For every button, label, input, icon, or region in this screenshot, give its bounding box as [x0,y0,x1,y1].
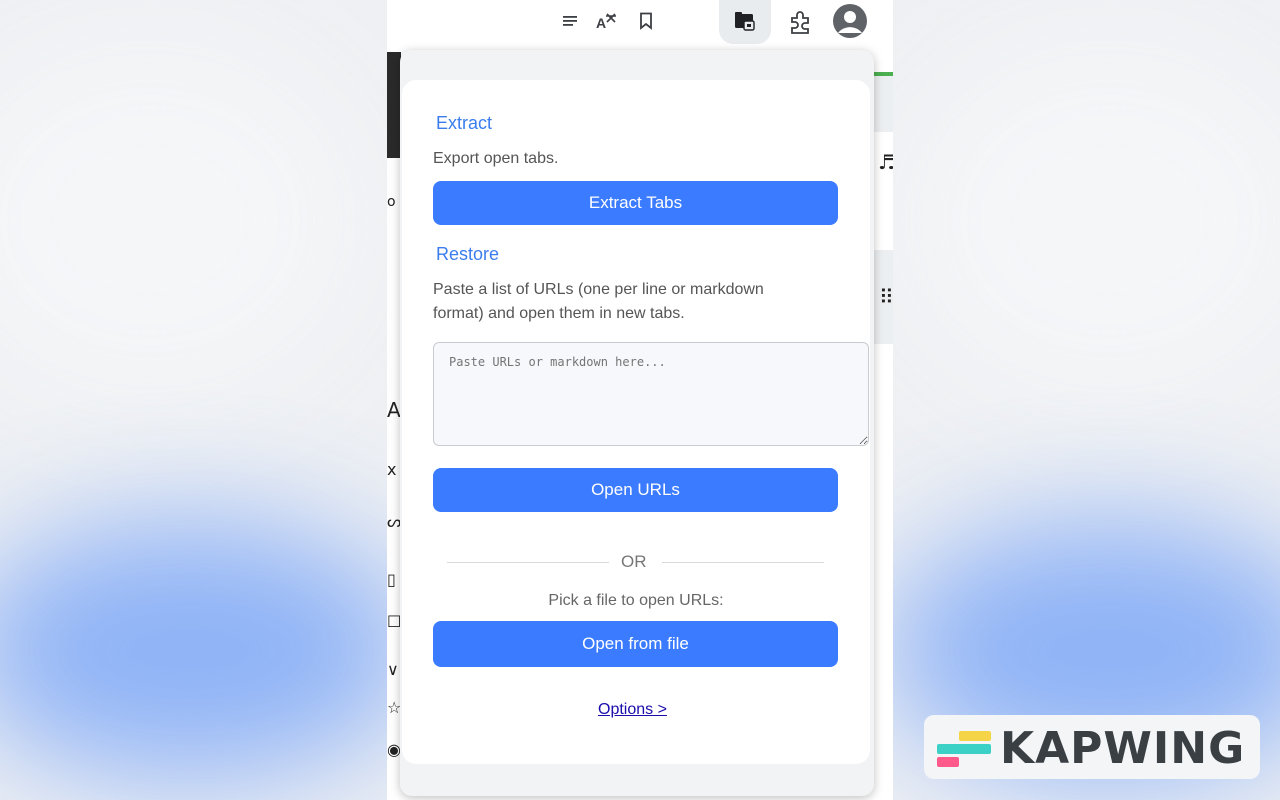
background-blur-shape [900,40,1280,400]
restore-section-title: Restore [436,244,500,264]
page-panel [873,76,893,132]
page-dark-block [387,52,401,158]
page-edge-glyph: ∨ [387,660,399,679]
profile-avatar-icon[interactable] [831,2,869,40]
divider-line-left [447,562,609,563]
page-edge-glyph: A [387,398,401,422]
extract-section-title: Extract [436,113,493,133]
divider-line-right [662,562,824,563]
page-edge-glyph: ▯ [387,570,396,589]
kapwing-logo-icon [937,731,991,767]
tab-extractor-extension-icon [735,12,755,31]
background-blue-glow [0,520,420,780]
urls-input[interactable] [433,342,869,446]
extract-description: Export open tabs. [433,150,559,167]
address-bar[interactable] [387,0,667,42]
or-divider-label: OR [621,552,647,571]
open-urls-button[interactable]: Open URLs [433,468,838,512]
page-edge-glyph: x [387,460,397,479]
open-from-file-button[interactable]: Open from file [433,621,838,667]
page-edge-glyph: ♬ [878,150,893,174]
extract-tabs-button[interactable]: Extract Tabs [433,181,838,225]
extensions-puzzle-icon[interactable] [787,8,815,36]
page-edge-dots-icon: ⠿ [879,285,893,309]
svg-text:A: A [596,15,606,30]
tab-extractor-extension-button[interactable] [719,0,771,44]
page-edge-glyph: ◉ [387,740,401,759]
restore-description-line2: format) and open them in new tabs. [433,305,685,322]
extension-popup: Extract Export open tabs. Extract Tabs R… [402,80,870,764]
background-blur-shape [0,40,360,400]
bookmark-icon[interactable] [635,10,657,32]
page-edge-glyph: o [387,194,396,210]
kapwing-watermark: KAPWING [924,715,1260,779]
options-link[interactable]: Options > [598,701,667,719]
restore-description-line1: Paste a list of URLs (one per line or ma… [433,281,764,298]
pick-file-label: Pick a file to open URLs: [548,592,724,609]
kapwing-wordmark: KAPWING [1000,723,1246,774]
reading-list-icon[interactable] [559,10,581,32]
translate-icon[interactable]: A [595,10,617,32]
browser-toolbar: A [387,0,893,44]
